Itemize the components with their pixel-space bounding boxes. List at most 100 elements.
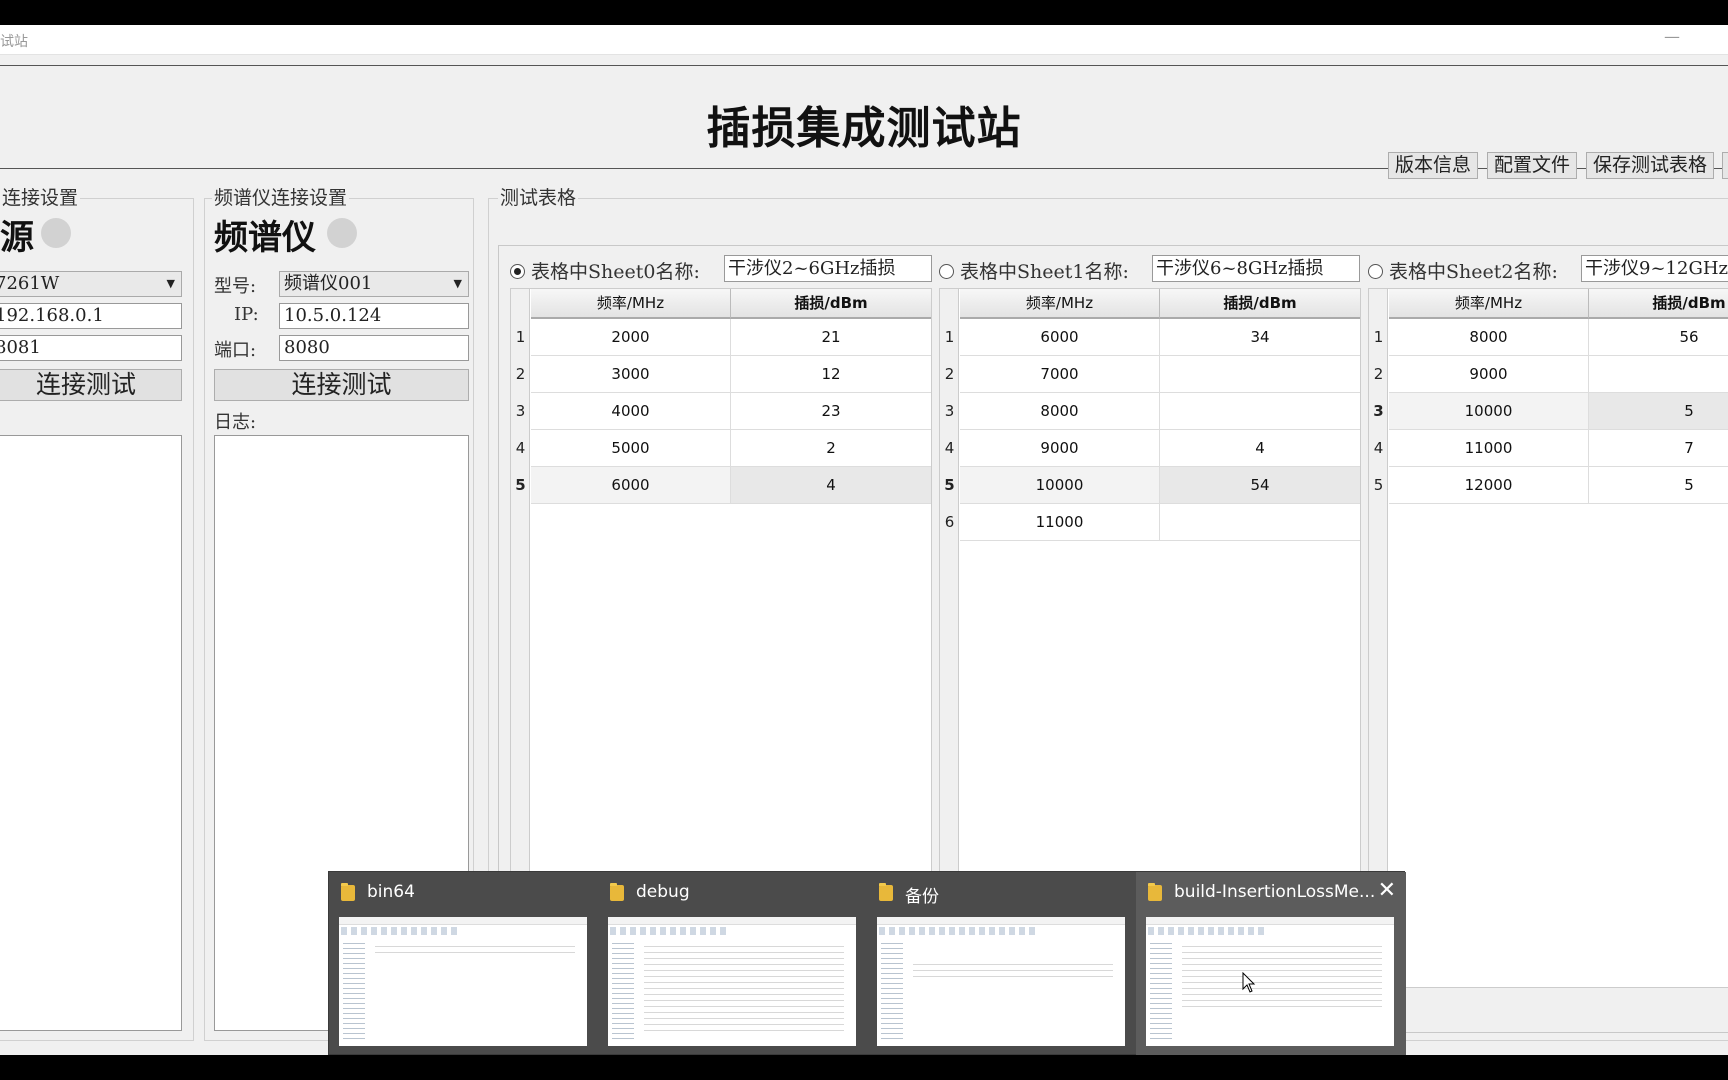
table-cell-loss[interactable]: 23 [731, 393, 931, 430]
row-number: 3 [515, 402, 526, 420]
table-cell-loss[interactable]: 54 [1160, 467, 1360, 504]
table-cell-loss[interactable]: 5 [1589, 393, 1728, 430]
sheet1-radio[interactable]: 表格中Sheet1名称: [939, 257, 1129, 284]
table-cell-loss[interactable] [1160, 504, 1360, 541]
screen: 测试站 — 插损集成测试站 版本信息 配置文件 保存测试表格 连接设置 源 72… [0, 0, 1728, 1080]
save-table-button[interactable]: 保存测试表格 [1586, 152, 1714, 179]
thumbnail-backup[interactable]: 备份 [867, 872, 1135, 1056]
table-cell-loss[interactable]: 4 [1160, 430, 1360, 467]
analyzer-port-field[interactable]: 8080 [279, 335, 469, 361]
row-number: 4 [515, 439, 526, 457]
source-model-select[interactable]: 7261W ▼ [0, 271, 182, 297]
table-cell-loss[interactable] [1589, 356, 1728, 393]
thumbnail-build-insertionloss[interactable]: build-InsertionLossMe... ✕ [1136, 872, 1406, 1056]
sheet0-radio[interactable]: 表格中Sheet0名称: [510, 257, 700, 284]
analyzer-connect-test-button[interactable]: 连接测试 [214, 369, 469, 401]
analyzer-model-value: 频谱仪001 [284, 273, 373, 294]
table-cell-freq[interactable]: 11000 [960, 504, 1160, 541]
title-bar: 测试站 — [0, 25, 1728, 55]
column-header-loss[interactable]: 插损/dBm [1160, 289, 1360, 319]
row-number: 2 [515, 365, 526, 383]
table-cell-freq[interactable]: 11000 [1389, 430, 1589, 467]
source-status-indicator [41, 218, 71, 248]
column-header-freq[interactable]: 频率/MHz [960, 289, 1160, 319]
folder-icon [879, 883, 893, 901]
thumbnail-title: build-InsertionLossMe... [1174, 882, 1376, 902]
config-file-button[interactable]: 配置文件 [1487, 152, 1577, 179]
sheet1-name-field[interactable]: 干涉仪6~8GHz插损 [1152, 255, 1360, 282]
table-cell-freq[interactable]: 12000 [1389, 467, 1589, 504]
row-number: 5 [515, 476, 526, 494]
folder-icon [341, 883, 355, 901]
table-cell-freq[interactable]: 5000 [531, 430, 731, 467]
version-info-button[interactable]: 版本信息 [1388, 152, 1478, 179]
table-cell-freq[interactable]: 9000 [960, 430, 1160, 467]
table-cell-freq[interactable]: 2000 [531, 319, 731, 356]
folder-icon [610, 883, 624, 901]
source-connect-test-button[interactable]: 连接测试 [0, 369, 182, 401]
table-cell-loss[interactable] [1160, 356, 1360, 393]
column-header-freq[interactable]: 频率/MHz [1389, 289, 1589, 319]
source-ip-field[interactable]: 192.168.0.1 [0, 303, 182, 329]
source-settings-title: 连接设置 [0, 183, 81, 210]
analyzer-device-name: 频谱仪 [214, 218, 316, 258]
row-number: 2 [944, 365, 955, 383]
sheet2-name-field[interactable]: 干涉仪9~12GHz插 [1581, 255, 1728, 282]
sheet2-radio[interactable]: 表格中Sheet2名称: [1368, 257, 1558, 284]
table-cell-loss[interactable]: 12 [731, 356, 931, 393]
sheet2-table[interactable]: 频率/MHz 插损/dBm 1 8000 56 2 9000 3 10000 5… [1368, 288, 1728, 988]
analyzer-port-label: 端口: [214, 340, 257, 361]
table-cell-loss[interactable] [1160, 393, 1360, 430]
window-title: 测试站 [0, 34, 28, 50]
radio-unselected-icon [1368, 264, 1383, 279]
row-number: 1 [944, 328, 955, 346]
table-cell-freq[interactable]: 10000 [1389, 393, 1589, 430]
table-cell-freq[interactable]: 6000 [531, 467, 731, 504]
column-header-freq[interactable]: 频率/MHz [531, 289, 731, 319]
row-number: 5 [944, 476, 955, 494]
analyzer-model-select[interactable]: 频谱仪001 ▼ [279, 271, 469, 297]
table-cell-freq[interactable]: 9000 [1389, 356, 1589, 393]
thumbnail-title: debug [636, 882, 690, 902]
row-number: 2 [1373, 365, 1384, 383]
row-number: 6 [944, 513, 955, 531]
row-number: 1 [1373, 328, 1384, 346]
overflow-button[interactable] [1722, 152, 1728, 179]
table-cell-freq[interactable]: 10000 [960, 467, 1160, 504]
table-cell-loss[interactable]: 21 [731, 319, 931, 356]
table-cell-freq[interactable]: 6000 [960, 319, 1160, 356]
analyzer-log-label: 日志: [214, 412, 257, 433]
taskbar [0, 1055, 1728, 1080]
table-cell-freq[interactable]: 8000 [960, 393, 1160, 430]
table-cell-loss[interactable]: 34 [1160, 319, 1360, 356]
analyzer-status-indicator [327, 218, 357, 248]
analyzer-ip-field[interactable]: 10.5.0.124 [279, 303, 469, 329]
table-cell-freq[interactable]: 4000 [531, 393, 731, 430]
minimize-button[interactable]: — [1664, 27, 1680, 46]
source-port-field[interactable]: 8081 [0, 335, 182, 361]
table-cell-loss[interactable]: 56 [1589, 319, 1728, 356]
column-header-loss[interactable]: 插损/dBm [1589, 289, 1728, 319]
page-title: 插损集成测试站 [706, 103, 1022, 154]
analyzer-model-label: 型号: [214, 276, 257, 297]
table-cell-loss[interactable]: 7 [1589, 430, 1728, 467]
column-header-loss[interactable]: 插损/dBm [731, 289, 931, 319]
thumbnail-bin64[interactable]: bin64 [329, 872, 597, 1056]
mouse-cursor-icon [1242, 972, 1256, 993]
analyzer-settings-title: 频谱仪连接设置 [212, 183, 350, 210]
thumbnail-debug[interactable]: debug [598, 872, 866, 1056]
table-cell-freq[interactable]: 3000 [531, 356, 731, 393]
window-preview [1146, 917, 1394, 1046]
table-cell-loss[interactable]: 5 [1589, 467, 1728, 504]
source-log-area[interactable] [0, 435, 182, 1031]
sheet2-radio-label: 表格中Sheet2名称: [1389, 261, 1558, 283]
table-cell-loss[interactable]: 4 [731, 467, 931, 504]
table-cell-loss[interactable]: 2 [731, 430, 931, 467]
row-number: 5 [1373, 476, 1384, 494]
source-model-value: 7261W [0, 273, 60, 294]
folder-icon [1148, 883, 1162, 901]
table-cell-freq[interactable]: 8000 [1389, 319, 1589, 356]
close-icon[interactable]: ✕ [1378, 878, 1396, 903]
table-cell-freq[interactable]: 7000 [960, 356, 1160, 393]
sheet0-name-field[interactable]: 干涉仪2~6GHz插损 [724, 255, 932, 282]
